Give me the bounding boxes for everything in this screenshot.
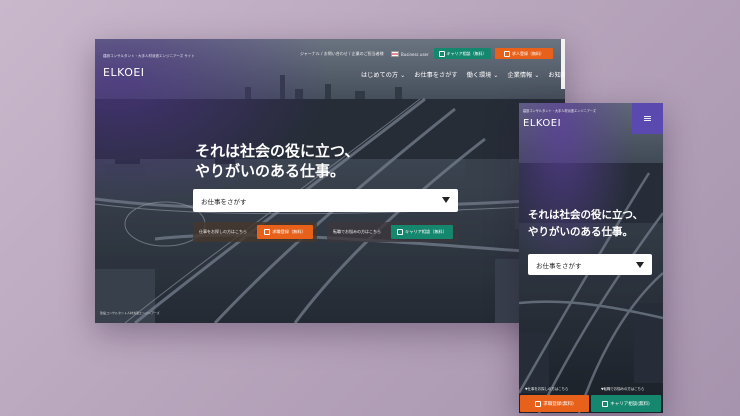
career-row-button[interactable]: キャリア相談（無料） (391, 225, 453, 239)
seeker-register-button[interactable]: 求職登録（無料） (257, 225, 313, 239)
person-icon (397, 229, 404, 235)
mobile-screen: 建設コンサルタント・大手人材派遣エンジニアーズ ELKOEI ≡ それは社会の役… (519, 103, 663, 413)
hamburger-icon: ≡ (642, 112, 653, 125)
career-consult-button[interactable]: キャリア相談（無料） (434, 48, 491, 59)
document-icon (264, 229, 271, 235)
flag-icon (391, 51, 399, 57)
mobile-job-register-label: 求職登録(無料) (543, 401, 574, 407)
mobile-headline-line-1: それは社会の役に立つ、 (528, 209, 644, 221)
desktop-screen: 建設コンサルタント・大手人材派遣エンジニアーズ サイト ELKOEI ジャーナル… (95, 39, 565, 323)
career-consult-label: キャリア相談（無料） (446, 50, 487, 56)
seeker-register-label: 求職登録（無料） (272, 229, 306, 234)
job-register-label: 求人登録（無料） (512, 50, 544, 56)
mobile-seeker-caption: ▼仕事をお探しの方はこちら (525, 387, 569, 391)
person-icon (602, 400, 609, 407)
mobile-job-register-button[interactable]: 求職登録(無料) (520, 395, 589, 412)
top-links[interactable]: ジャーナル / お問い合わせ / 企業のご担当者様 (300, 51, 384, 57)
document-icon (535, 400, 542, 407)
mobile-career-caption: ▼転職でお悩みの方はこちら (601, 387, 645, 391)
language-label: Business user (401, 51, 429, 57)
nav-item-find-jobs[interactable]: お仕事をさがす (414, 70, 457, 79)
dropdown-triangle-icon (636, 262, 644, 268)
document-icon (504, 50, 510, 57)
career-row-text: 転職でお悩みの方はこちら (333, 229, 381, 234)
seeker-row-text: 仕事をお探しの方はこちら (199, 229, 247, 234)
main-nav: はじめての方 ⌄ お仕事をさがす 働く環境 ⌄ 企業情報 ⌄ お知らせ (361, 70, 565, 79)
mobile-logo[interactable]: ELKOEI (523, 118, 561, 129)
mobile-headline-line-2: やりがいのある仕事。 (528, 226, 633, 238)
mobile-career-consult-label: キャリア相談(無料) (610, 401, 650, 407)
mobile-career-consult-button[interactable]: キャリア相談(無料) (591, 395, 661, 412)
mobile-job-search-label: お仕事をさがす (536, 262, 582, 270)
seeker-row: 仕事をお探しの方はこちら 求職登録（無料） (193, 222, 317, 242)
site-logo[interactable]: ELKOEI (103, 66, 145, 79)
headline-line-1: それは社会の役に立つ、 (195, 142, 360, 160)
nav-item-news[interactable]: お知らせ (548, 70, 565, 79)
hero-headline: それは社会の役に立つ、 やりがいのある仕事。 (195, 141, 359, 181)
language-switch[interactable]: Business user (391, 51, 429, 57)
mobile-tagline: 建設コンサルタント・大手人材派遣エンジニアーズ (523, 109, 596, 113)
mobile-job-search-dropdown[interactable]: お仕事をさがす (528, 254, 652, 275)
site-tagline: 建設コンサルタント・大手人材派遣エンジニアーズ サイト (103, 54, 195, 58)
nav-item-company-info[interactable]: 企業情報 ⌄ (508, 70, 540, 79)
job-search-label: お仕事をさがす (201, 198, 247, 206)
job-register-button[interactable]: 求人登録（無料） (495, 48, 553, 59)
dropdown-triangle-icon (442, 197, 450, 203)
city-background (95, 39, 565, 323)
headline-line-2: やりがいのある仕事。 (195, 162, 346, 180)
person-icon (438, 50, 445, 57)
scrollbar[interactable] (561, 39, 565, 89)
career-row: 転職でお悩みの方はこちら キャリア相談（無料） (327, 222, 458, 242)
career-row-label: キャリア相談（無料） (405, 229, 447, 234)
footer-text: 建設コンサルタント人材派遣エンジニアーズ (100, 311, 160, 315)
mobile-hero-headline: それは社会の役に立つ、 やりがいのある仕事。 (528, 207, 643, 241)
job-search-dropdown[interactable]: お仕事をさがす (193, 189, 458, 212)
nav-item-beginners[interactable]: はじめての方 ⌄ (361, 70, 405, 79)
nav-item-work-environment[interactable]: 働く環境 ⌄ (467, 70, 499, 79)
hamburger-menu-button[interactable]: ≡ (632, 103, 663, 134)
